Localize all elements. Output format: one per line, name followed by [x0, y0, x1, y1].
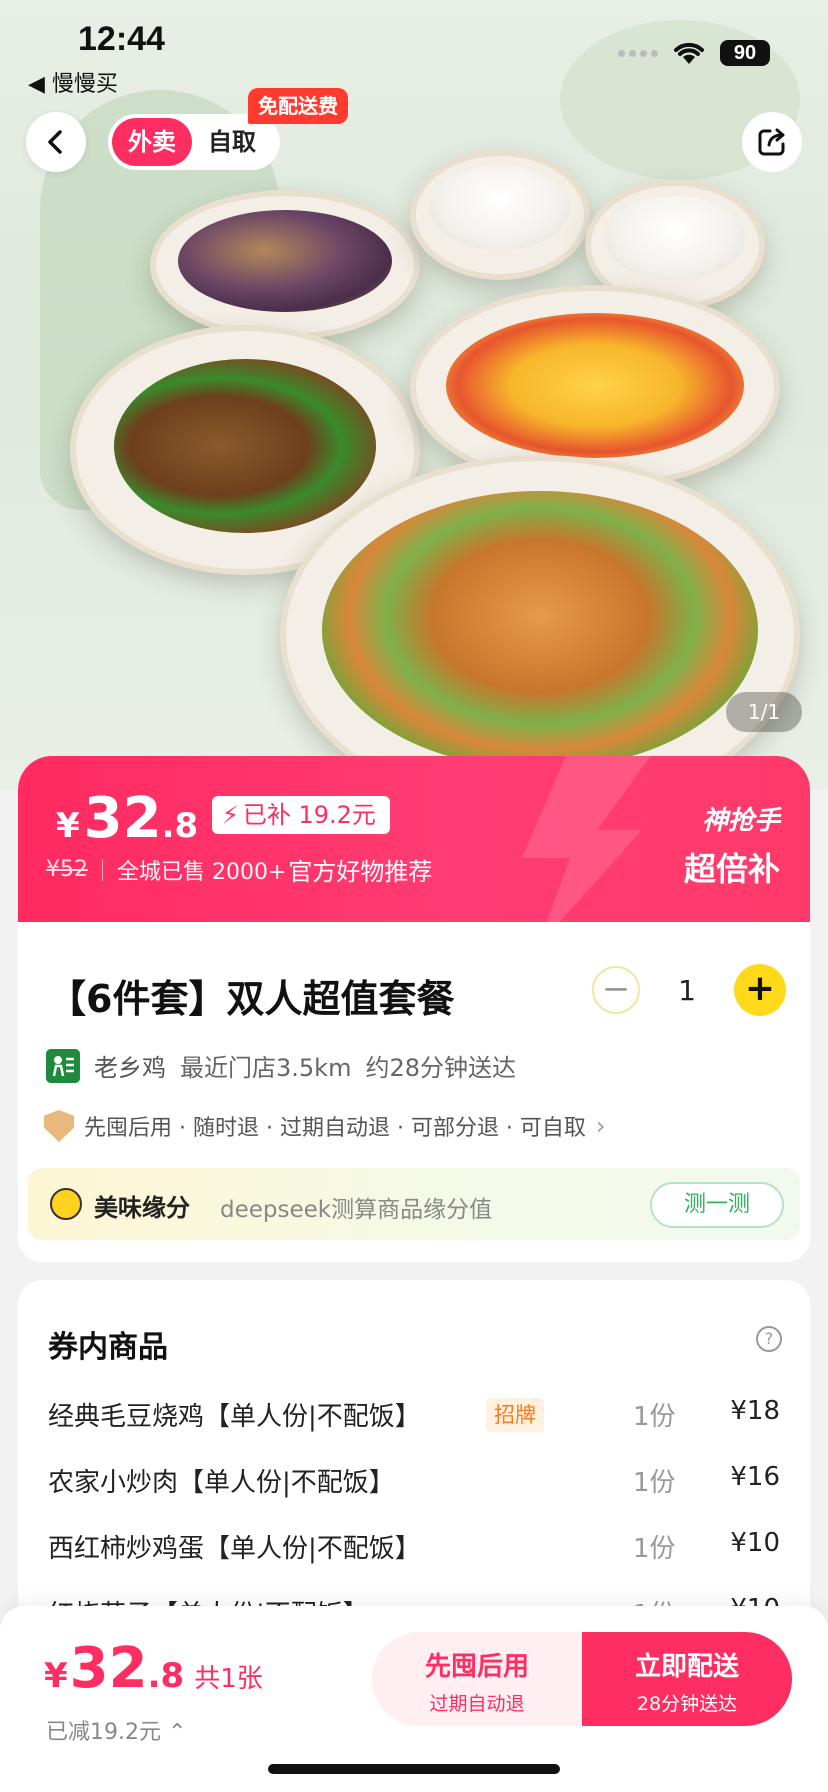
deliver-now-button[interactable]: 立即配送 28分钟送达 — [582, 1632, 792, 1726]
chevron-right-icon: › — [595, 1112, 606, 1140]
item-price: ¥10 — [730, 1528, 780, 1558]
total-price: ¥ 32 .8 共1张 — [44, 1636, 263, 1701]
share-icon — [758, 128, 785, 156]
deal-price: ¥ 32 .8 — [56, 786, 198, 851]
grab-title: 神抢手 — [701, 806, 780, 836]
price-integer: 32 — [83, 786, 162, 851]
gallery-counter: 1/1 — [726, 692, 802, 732]
coupon-count: 共1张 — [194, 1664, 263, 1694]
item-price: ¥18 — [730, 1396, 780, 1426]
lightning-icon: ⚡ — [222, 801, 239, 829]
free-delivery-badge: 免配送费 — [248, 88, 348, 124]
wifi-icon — [674, 42, 704, 64]
item-name: 农家小炒肉【单人份|不配饭】 — [48, 1468, 395, 1498]
subsidy-text: 已补 19.2元 — [242, 801, 376, 829]
subsidy-tag: ⚡ 已补 19.2元 — [212, 796, 390, 834]
total-decimal: .8 — [147, 1656, 185, 1696]
recommend-label: 官方好物推荐 — [288, 858, 433, 886]
price-sub-info: ¥52 全城已售 2000+ 官方好物推荐 — [46, 852, 432, 887]
price-currency: ¥ — [56, 806, 80, 846]
price-decimal: .8 — [161, 806, 199, 846]
total-integer: 32 — [69, 1636, 148, 1701]
lightning-bolt-icon — [522, 756, 658, 922]
store-logo — [46, 1048, 80, 1083]
store-name: 老乡鸡 — [94, 1054, 166, 1082]
store-logo-icon — [46, 1048, 80, 1083]
signature-tag: 招牌 — [486, 1398, 544, 1432]
smiley-icon — [50, 1188, 82, 1220]
share-button[interactable] — [742, 112, 802, 172]
back-button[interactable] — [26, 112, 86, 172]
chevron-left-icon — [48, 130, 62, 154]
fortune-test-button[interactable]: 测一测 — [650, 1182, 784, 1228]
grab-subtitle: 超倍补 — [683, 850, 780, 888]
signal-icon — [618, 49, 658, 57]
items-title: 券内商品 — [48, 1330, 168, 1365]
list-item: 农家小炒肉【单人份|不配饭】 1份 ¥16 — [48, 1462, 780, 1502]
help-icon[interactable]: ? — [756, 1326, 782, 1352]
tab-pickup[interactable]: 自取 — [192, 118, 272, 166]
buy-later-label: 先囤后用 — [424, 1652, 529, 1682]
quantity-stepper: − 1 + — [592, 964, 786, 1016]
total-currency: ¥ — [44, 1656, 68, 1696]
fortune-title: 美味缘分 — [94, 1194, 190, 1222]
increase-button[interactable]: + — [734, 964, 786, 1016]
dish-rice-1 — [410, 150, 590, 280]
guarantee-text: 先囤后用 · 随时退 · 过期自动退 · 可部分退 · 可自取 — [84, 1116, 586, 1141]
buy-later-button[interactable]: 先囤后用 过期自动退 — [372, 1632, 582, 1726]
home-indicator[interactable] — [268, 1764, 560, 1774]
status-icons: 90 — [618, 40, 770, 66]
quantity-value: 1 — [678, 973, 696, 1007]
battery-icon: 90 — [720, 40, 770, 66]
tab-delivery[interactable]: 外卖 — [112, 118, 192, 166]
delivery-eta: 约28分钟送达 — [365, 1054, 516, 1082]
decrease-button[interactable]: − — [592, 966, 641, 1014]
back-to-app-link[interactable]: ◀ 慢慢买 — [28, 66, 118, 98]
store-distance: 最近门店3.5km — [180, 1054, 352, 1082]
deliver-now-label: 立即配送 — [634, 1652, 739, 1682]
status-time: 12:44 — [78, 20, 165, 58]
deliver-now-sub: 28分钟送达 — [636, 1693, 738, 1715]
dish-eggplant — [150, 190, 420, 340]
item-name: 西红柿炒鸡蛋【单人份|不配饭】 — [48, 1534, 421, 1564]
savings-detail-toggle[interactable]: 已减19.2元 ⌃ — [46, 1714, 186, 1746]
item-quantity: 1份 — [633, 1468, 676, 1498]
list-item: 经典毛豆烧鸡【单人份|不配饭】 招牌 1份 ¥18 — [48, 1396, 780, 1436]
buy-later-sub: 过期自动退 — [429, 1693, 525, 1715]
shield-icon — [44, 1110, 74, 1142]
checkout-buttons: 先囤后用 过期自动退 立即配送 28分钟送达 — [372, 1632, 792, 1726]
divider — [102, 858, 103, 881]
item-quantity: 1份 — [633, 1534, 676, 1564]
original-price: ¥52 — [46, 857, 88, 882]
product-title: 【6件套】双人超值套餐 — [48, 977, 455, 1021]
list-item: 西红柿炒鸡蛋【单人份|不配饭】 1份 ¥10 — [48, 1528, 780, 1568]
item-price: ¥16 — [730, 1462, 780, 1492]
sold-count: 全城已售 2000+ — [117, 859, 287, 885]
fortune-description: deepseek测算商品缘分值 — [220, 1197, 493, 1223]
item-name: 经典毛豆烧鸡【单人份|不配饭】 — [48, 1402, 421, 1432]
product-card: 【6件套】双人超值套餐 − 1 + 老乡鸡 最近门店3.5km 约28分钟送达 … — [18, 922, 810, 1262]
price-banner: ¥ 32 .8 ⚡ 已补 19.2元 ¥52 全城已售 2000+ 官方好物推荐… — [18, 756, 810, 922]
store-info[interactable]: 老乡鸡 最近门店3.5km 约28分钟送达 — [46, 1048, 516, 1083]
fortune-banner: 美味缘分 deepseek测算商品缘分值 测一测 — [28, 1168, 800, 1240]
item-quantity: 1份 — [633, 1402, 676, 1432]
guarantee-row[interactable]: 先囤后用 · 随时退 · 过期自动退 · 可部分退 · 可自取 › — [44, 1110, 606, 1142]
dish-edamame-chicken — [280, 455, 800, 790]
